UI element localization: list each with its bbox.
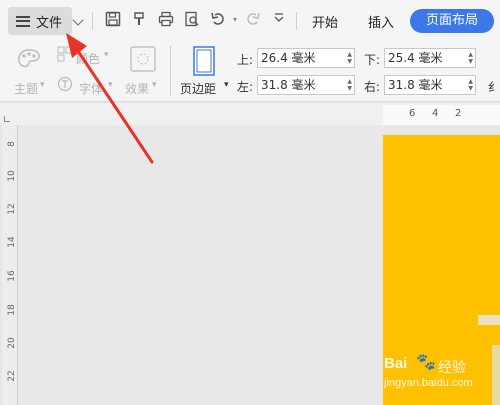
app-window: 文件 ▾ 开始 插入 页面布局 主题 ▾ 颜色 ▾ 字体 ▾ 效果 ▾ 页边距 … <box>0 0 500 405</box>
spinner-icon[interactable]: ▲ ▼ <box>468 78 473 92</box>
tab-home[interactable]: 开始 <box>312 12 338 31</box>
page-margin-icon[interactable] <box>193 46 215 80</box>
tab-page-layout[interactable]: 页面布局 <box>410 9 494 33</box>
save-icon[interactable] <box>104 11 122 29</box>
watermark-suffix: 经验 <box>438 359 466 375</box>
left-margin-input[interactable]: 31.8 毫米 ▲ ▼ <box>257 75 355 95</box>
ruler-number: 2 <box>455 108 462 119</box>
top-toolbar: 文件 ▾ 开始 插入 页面布局 <box>0 0 500 40</box>
ruler-number: 10 <box>7 170 17 182</box>
ruler-number: 20 <box>7 337 17 349</box>
page-marker <box>478 315 500 325</box>
font-icon[interactable] <box>57 76 73 96</box>
ruler-number: 4 <box>432 108 439 119</box>
top-margin-label: 上: <box>237 53 254 67</box>
tab-insert[interactable]: 插入 <box>368 12 394 31</box>
left-margin-value: 31.8 毫米 <box>261 78 316 92</box>
ruler-corner-icon[interactable] <box>4 116 10 122</box>
page-marker <box>492 345 500 405</box>
dropdown-arrow-icon: ▾ <box>108 80 113 90</box>
ribbon: 主题 ▾ 颜色 ▾ 字体 ▾ 效果 ▾ 页边距 ▾ 上: 26.4 毫米 ▲ ▼ … <box>0 40 500 102</box>
file-menu-button[interactable]: 文件 <box>8 7 72 35</box>
customize-toolbar-icon[interactable] <box>270 11 288 29</box>
top-margin-input[interactable]: 26.4 毫米 ▲ ▼ <box>257 48 355 68</box>
divider <box>296 12 297 30</box>
undo-icon[interactable] <box>209 11 227 29</box>
print-icon[interactable] <box>157 11 175 29</box>
paw-icon: 🐾 <box>416 354 436 371</box>
effect-icon[interactable] <box>130 46 156 76</box>
watermark-url: jingyan.baidu.com <box>384 377 473 389</box>
ruler-number: 12 <box>7 203 17 215</box>
page-margin-label[interactable]: 页边距 <box>180 80 216 97</box>
spinner-icon[interactable]: ▲ ▼ <box>347 78 352 92</box>
bottom-margin-input[interactable]: 25.4 毫米 ▲ ▼ <box>384 48 476 68</box>
vertical-ruler[interactable]: 8 10 12 14 16 18 20 22 <box>2 125 18 405</box>
font-label[interactable]: 字体 <box>79 80 103 97</box>
redo-icon[interactable] <box>244 11 262 29</box>
format-painter-icon[interactable] <box>131 11 149 29</box>
right-margin-input[interactable]: 31.8 毫米 ▲ ▼ <box>384 75 476 95</box>
spinner-icon[interactable]: ▲ ▼ <box>347 51 352 65</box>
ruler-number: 6 <box>409 108 416 119</box>
theme-icon[interactable] <box>16 48 42 74</box>
right-margin-value: 31.8 毫米 <box>388 78 443 92</box>
divider <box>170 46 171 96</box>
divider <box>92 12 93 30</box>
bottom-margin-label: 下: <box>364 53 381 67</box>
print-preview-icon[interactable] <box>183 11 201 29</box>
undo-dropdown-icon[interactable]: ▾ <box>226 11 244 29</box>
theme-label[interactable]: 主题 <box>14 80 38 97</box>
chevron-down-icon[interactable] <box>72 14 84 26</box>
dropdown-arrow-icon: ▾ <box>40 80 45 90</box>
spinner-icon[interactable]: ▲ ▼ <box>468 51 473 65</box>
dropdown-arrow-icon: ▾ <box>152 80 157 90</box>
cut-off-label[interactable]: 纟 <box>488 78 500 95</box>
hamburger-icon <box>16 15 30 27</box>
ruler-number: 14 <box>7 236 17 248</box>
horizontal-ruler[interactable]: 6 4 2 <box>383 105 500 125</box>
watermark-brand: Bai <box>384 355 408 372</box>
color-icon[interactable] <box>57 46 73 66</box>
effect-label[interactable]: 效果 <box>125 80 149 97</box>
file-label: 文件 <box>36 15 63 31</box>
dropdown-arrow-icon: ▾ <box>224 80 229 90</box>
color-label[interactable]: 颜色 <box>76 50 100 67</box>
top-margin-value: 26.4 毫米 <box>261 51 316 65</box>
right-margin-label: 右: <box>364 80 381 94</box>
dropdown-arrow-icon: ▾ <box>104 50 109 60</box>
bottom-margin-value: 25.4 毫米 <box>388 51 443 65</box>
ruler-number: 16 <box>7 270 17 282</box>
ruler-number: 18 <box>7 304 17 316</box>
left-margin-label: 左: <box>237 80 254 94</box>
ruler-number: 8 <box>7 141 17 147</box>
ruler-number: 22 <box>7 370 17 382</box>
